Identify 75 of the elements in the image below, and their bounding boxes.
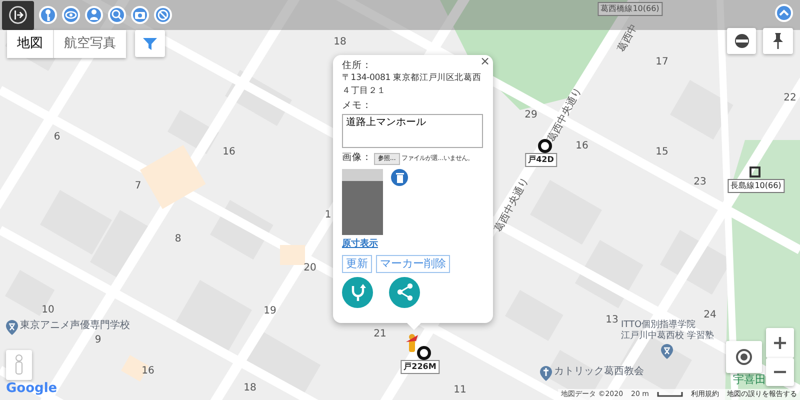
lot-number: 16 xyxy=(576,140,588,154)
lot-number: 16 xyxy=(222,146,236,160)
route-button[interactable] xyxy=(342,276,373,308)
original-size-link[interactable]: 原寸表示 xyxy=(342,238,378,250)
lot-number: 7 xyxy=(134,180,142,194)
boundary-marker-icon xyxy=(750,166,760,178)
place-name: 宇喜田 xyxy=(733,373,766,386)
my-location-button[interactable] xyxy=(726,341,762,373)
place-name: ITTO個別指導学院 xyxy=(621,320,697,330)
image-label: 画像： xyxy=(342,152,372,165)
exit-icon xyxy=(8,4,28,26)
lot-number: 22 xyxy=(784,92,796,106)
lot-number: 29 xyxy=(524,108,538,122)
lot-number: 23 xyxy=(694,176,706,190)
share-button[interactable] xyxy=(389,276,420,308)
lot-number: 18 xyxy=(244,382,256,396)
person-icon xyxy=(87,8,101,22)
delete-image-button[interactable] xyxy=(391,168,408,186)
place-name: 東京アニメ声優専門学校 xyxy=(20,320,130,332)
lot-number: 9 xyxy=(94,334,102,348)
lot-number: 8 xyxy=(174,232,182,246)
lot-number: 18 xyxy=(334,36,346,50)
pegman-icon xyxy=(13,354,25,376)
zoom-in-button[interactable] xyxy=(766,328,794,358)
memo-label: メモ： xyxy=(342,100,373,112)
street-label: 葛西中央通り xyxy=(492,175,532,235)
scale-bar-icon xyxy=(657,392,683,397)
lot-number: 1 xyxy=(324,208,332,222)
address-text: 〒134-0081 東京都江戸川区北葛西４丁目２１ xyxy=(342,72,482,98)
street-label: 葛西中 xyxy=(615,21,641,55)
person-marker-icon xyxy=(404,332,420,353)
share-icon xyxy=(394,282,414,302)
pin-button[interactable] xyxy=(763,28,793,54)
eye-icon xyxy=(64,8,78,22)
lot-number: 20 xyxy=(304,262,316,276)
traffic-sign-button[interactable] xyxy=(727,28,756,54)
map-type-tab[interactable]: 航空写真 xyxy=(53,30,126,58)
prohibited-icon xyxy=(156,8,170,22)
church-pin-icon xyxy=(540,366,552,381)
lot-number: 17 xyxy=(656,56,668,70)
lot-number: 6 xyxy=(54,130,60,144)
lot-number: 19 xyxy=(264,304,276,318)
lot-number: 11 xyxy=(454,384,466,398)
place-name: カトリック葛西教会 xyxy=(554,366,644,378)
lot-number: 24 xyxy=(704,308,716,322)
trash-icon xyxy=(394,172,404,183)
marker-label: 戸226M xyxy=(400,360,440,374)
lot-number: 21 xyxy=(374,328,386,342)
highlighted-building xyxy=(280,245,305,265)
pushpin-icon xyxy=(771,32,785,50)
street-view-button[interactable] xyxy=(6,350,32,380)
zoom-out-button[interactable] xyxy=(766,358,794,386)
filter-icon xyxy=(142,36,158,52)
photo-placeholder xyxy=(342,168,383,235)
memo-field[interactable]: 道路上マンホール xyxy=(342,114,483,148)
school-pin-icon xyxy=(6,320,18,335)
lot-number: 13 xyxy=(606,314,618,328)
lot-number: 15 xyxy=(656,146,668,160)
school-pin-icon xyxy=(661,344,674,359)
close-button[interactable]: × xyxy=(480,55,490,67)
search-icon xyxy=(110,8,124,22)
lot-number: 10 xyxy=(42,304,54,318)
map-logo: Google xyxy=(6,380,58,398)
address-label: 住所： xyxy=(342,60,372,72)
map-type-tab[interactable]: 地図 xyxy=(7,30,53,58)
exit-button[interactable] xyxy=(2,0,34,30)
lot-number: 16 xyxy=(142,364,154,378)
sign-icon xyxy=(734,33,750,49)
locate-icon xyxy=(734,347,754,367)
plus-icon xyxy=(773,336,787,350)
boundary-label: 長島線10(66) xyxy=(728,179,784,193)
boundary-label: 葛西橋線10(66) xyxy=(598,2,662,16)
place-subtitle: 江戸川中葛西校 学習塾 xyxy=(621,330,714,342)
filter-button[interactable] xyxy=(135,30,165,57)
marker-label: 戸42D xyxy=(525,153,557,167)
